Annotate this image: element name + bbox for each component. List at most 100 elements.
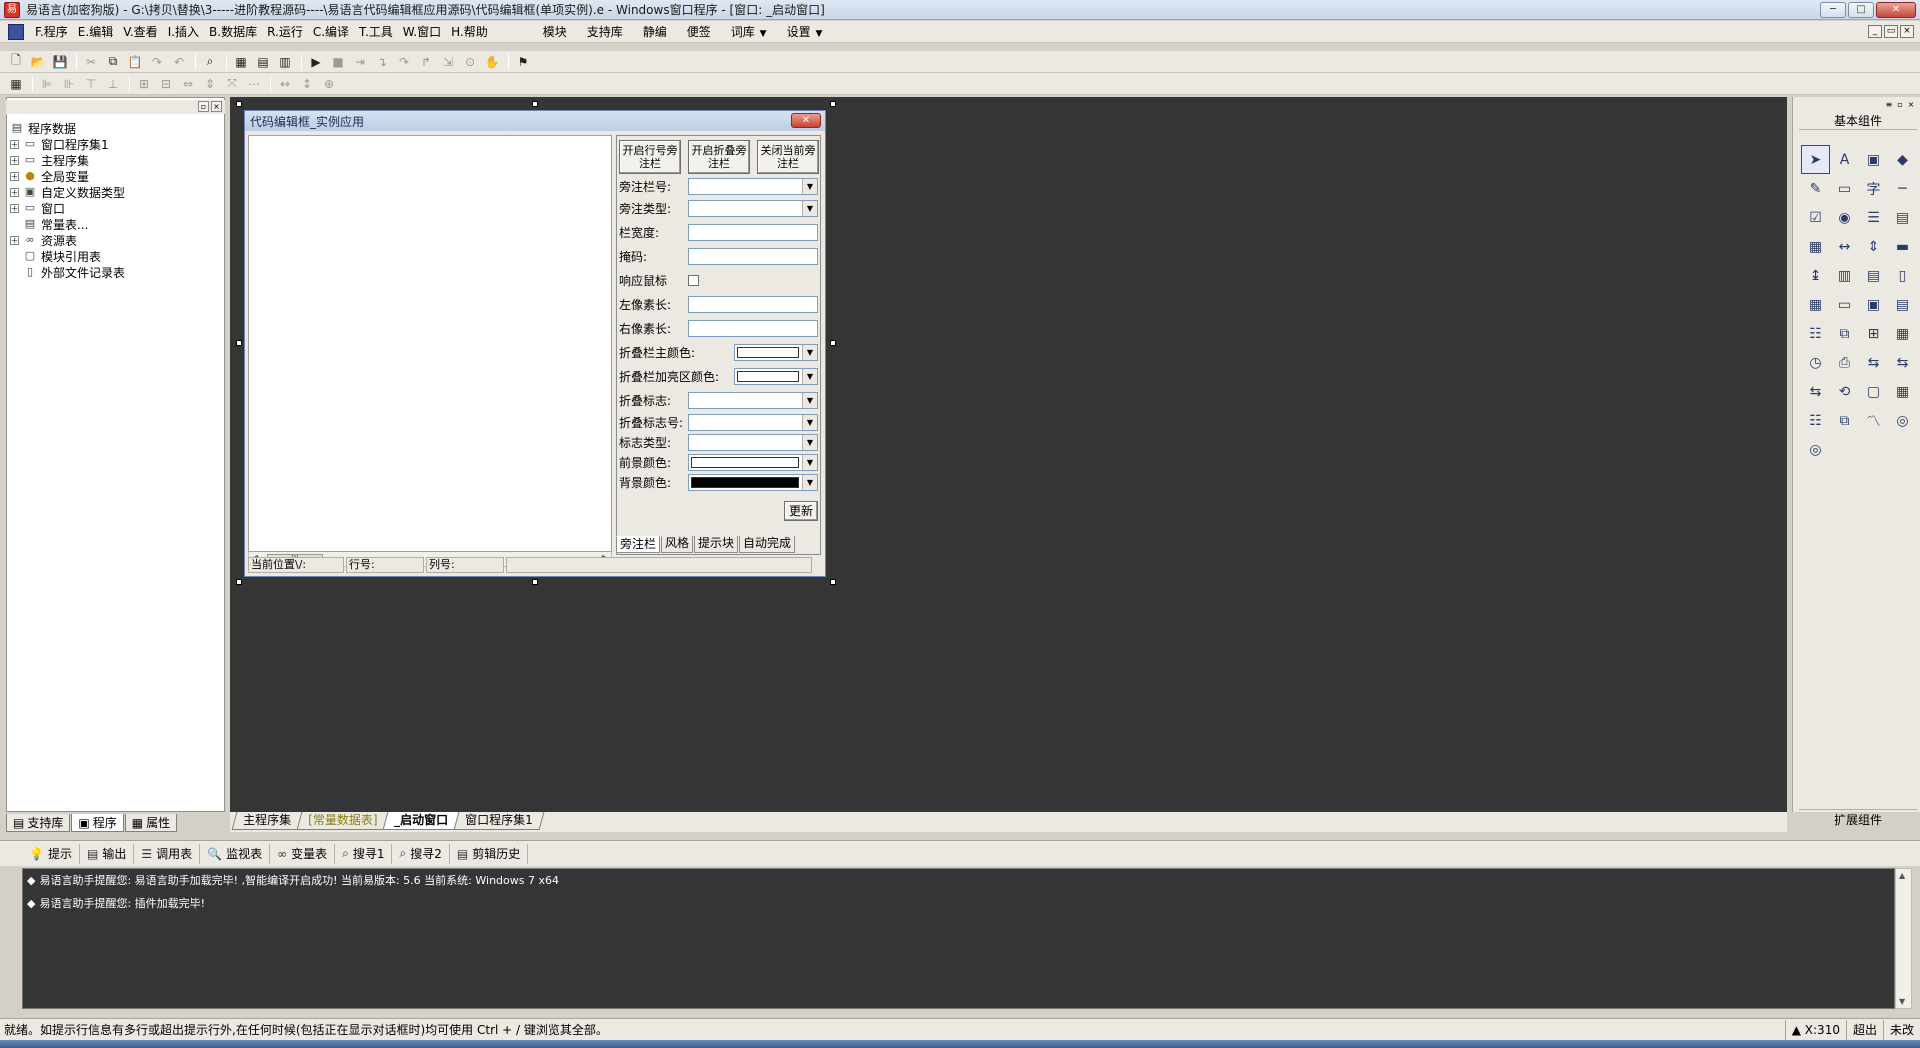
panel-icon[interactable]: ▤	[1859, 261, 1888, 290]
basic-components-header[interactable]: 基本组件	[1799, 112, 1917, 130]
menu-help[interactable]: H.帮助	[446, 23, 493, 40]
tab-tooltip[interactable]: 提示块	[694, 536, 739, 553]
client-icon[interactable]: ⇆	[1888, 348, 1917, 377]
status-icon[interactable]: ▭	[1830, 290, 1859, 319]
tab-watch[interactable]: 🔍 监视表	[200, 843, 271, 864]
expand-icon[interactable]: +	[10, 203, 19, 213]
network-icon[interactable]: ⧉	[1830, 319, 1859, 348]
breakpoint-icon[interactable]: ⊙	[460, 53, 480, 71]
form-close-button[interactable]: ✕	[791, 113, 821, 128]
tab-search1[interactable]: ⌕ 搜寻1	[335, 843, 393, 864]
cut-icon[interactable]: ✂	[81, 53, 101, 71]
gutter-type-combo[interactable]: ▼	[688, 200, 818, 217]
resize-handle[interactable]	[532, 579, 538, 585]
db2-icon[interactable]: ⧉	[1830, 406, 1859, 435]
save-icon[interactable]: 💾	[50, 53, 70, 71]
mouse-response-checkbox[interactable]	[688, 275, 699, 286]
tree-item-global-vars[interactable]: + ● 全局变量	[10, 168, 125, 184]
tab-startup-window[interactable]: _启动窗口	[382, 812, 460, 830]
same-height-icon[interactable]: ⇕	[200, 75, 220, 93]
copy-icon[interactable]: ⧉	[103, 53, 123, 71]
fold-main-color-picker[interactable]: ▼	[734, 344, 818, 361]
tab-style[interactable]: 风格	[661, 536, 694, 553]
expand-icon[interactable]: +	[10, 187, 19, 197]
layout3-icon[interactable]: ▥	[275, 53, 295, 71]
enable-line-gutter-button[interactable]: 开启行号旁注栏	[619, 140, 681, 174]
menu-support-lib[interactable]: 支持库	[577, 23, 633, 40]
close-gutter-button[interactable]: 关闭当前旁注栏	[757, 140, 819, 174]
maximize-button[interactable]: □	[1848, 2, 1874, 18]
frame2-icon[interactable]: ▦	[1888, 377, 1917, 406]
align-top-icon[interactable]: ⊤	[81, 75, 101, 93]
gutter-width-input[interactable]	[688, 224, 818, 241]
combobox-icon[interactable]: ▤	[1888, 203, 1917, 232]
tab-program[interactable]: ▣ 程序	[71, 814, 124, 832]
same-width-icon[interactable]: ⇔	[178, 75, 198, 93]
timer-icon[interactable]: ◷	[1801, 348, 1830, 377]
right-pixel-input[interactable]	[688, 320, 818, 337]
step-icon[interactable]: ⇥	[350, 53, 370, 71]
left-pixel-input[interactable]	[688, 296, 818, 313]
menu-window[interactable]: W.窗口	[398, 23, 446, 40]
undo-icon[interactable]: ↶	[169, 53, 189, 71]
menu-thesaurus[interactable]: 词库 ▼	[721, 23, 777, 40]
chevron-down-icon[interactable]: ▼	[802, 475, 817, 490]
stop-icon[interactable]: ■	[328, 53, 348, 71]
odbc-icon[interactable]: ◎	[1888, 406, 1917, 435]
layout2-icon[interactable]: ▤	[253, 53, 273, 71]
progress-icon[interactable]: ▬	[1888, 232, 1917, 261]
helper-icon[interactable]: ⚑	[513, 53, 533, 71]
hand-icon[interactable]: ✋	[482, 53, 502, 71]
menu-tools[interactable]: T.工具	[354, 23, 398, 40]
output-pane[interactable]: ◆ 易语言助手提醒您: 易语言助手加载完毕! ,智能编译开启成功! 当前易版本: …	[22, 868, 1895, 1009]
form-design-window[interactable]: 代码编辑框_实例应用 ✕ ◀ III ▶ 开启行号旁注栏 开启折叠旁注栏 关闭当…	[244, 110, 826, 577]
tab-support-lib[interactable]: ▤ 支持库	[6, 814, 71, 832]
odbc2-icon[interactable]: ◎	[1801, 435, 1830, 464]
menu-insert[interactable]: I.插入	[163, 23, 204, 40]
tree-item-main-assembly[interactable]: + ▭ 主程序集	[10, 152, 125, 168]
v-space-icon[interactable]: ↕	[297, 75, 317, 93]
tab-constants[interactable]: [常量数据表]	[296, 812, 389, 830]
step-over-icon[interactable]: ↷	[394, 53, 414, 71]
picture-icon[interactable]: ▣	[1859, 145, 1888, 174]
resize-handle[interactable]	[236, 101, 242, 107]
chevron-down-icon[interactable]: ▼	[802, 369, 817, 384]
menu-module[interactable]: 模块	[533, 23, 577, 40]
chevron-down-icon[interactable]: ▼	[802, 455, 817, 470]
extended-components-header[interactable]: 扩展组件	[1799, 809, 1917, 829]
resize-handle[interactable]	[236, 579, 242, 585]
mdi-minimize-button[interactable]: _	[1868, 25, 1882, 38]
expand-icon[interactable]: +	[10, 235, 19, 245]
background-color-picker[interactable]: ▼	[688, 474, 818, 491]
line-icon[interactable]: ─	[1888, 174, 1917, 203]
tree-item-constants[interactable]: ▤ 常量表...	[10, 216, 125, 232]
tree-icon[interactable]: ☷	[1801, 319, 1830, 348]
gif-icon[interactable]: ▣	[1859, 290, 1888, 319]
resize-handle[interactable]	[236, 340, 242, 346]
menu-run[interactable]: R.运行	[262, 23, 308, 40]
tab-gutter[interactable]: 旁注栏	[616, 536, 661, 553]
frame-icon[interactable]: ▭	[1830, 174, 1859, 203]
chevron-down-icon[interactable]: ▼	[802, 201, 817, 216]
h-space-icon[interactable]: ↔	[275, 75, 295, 93]
close-button[interactable]: ✕	[1876, 2, 1916, 18]
edit-icon[interactable]: ✎	[1801, 174, 1830, 203]
checkbox-icon[interactable]: ☑	[1801, 203, 1830, 232]
tree-item-window-assembly[interactable]: + ▭ 窗口程序集1	[10, 136, 125, 152]
scroll-down-icon[interactable]: ▼	[1899, 997, 1905, 1006]
align-right-icon[interactable]: ⊪	[59, 75, 79, 93]
doc-icon[interactable]: ▯	[1888, 261, 1917, 290]
flag-type-combo[interactable]: ▼	[688, 434, 818, 451]
run-icon[interactable]: ▶	[306, 53, 326, 71]
panel-close-icon[interactable]: ×	[1906, 100, 1916, 110]
chevron-down-icon[interactable]: ▼	[802, 435, 817, 450]
tab-icon[interactable]: ▥	[1830, 261, 1859, 290]
chevron-down-icon[interactable]: ▼	[802, 345, 817, 360]
code-editor-box[interactable]	[248, 135, 612, 552]
step-out-icon[interactable]: ↱	[416, 53, 436, 71]
menu-view[interactable]: V.查看	[118, 23, 162, 40]
panel-close-icon[interactable]: ×	[211, 101, 222, 112]
fold-flag-combo[interactable]: ▼	[688, 392, 818, 409]
chevron-down-icon[interactable]: ▼	[802, 179, 817, 194]
tree-item-custom-types[interactable]: + ▣ 自定义数据类型	[10, 184, 125, 200]
